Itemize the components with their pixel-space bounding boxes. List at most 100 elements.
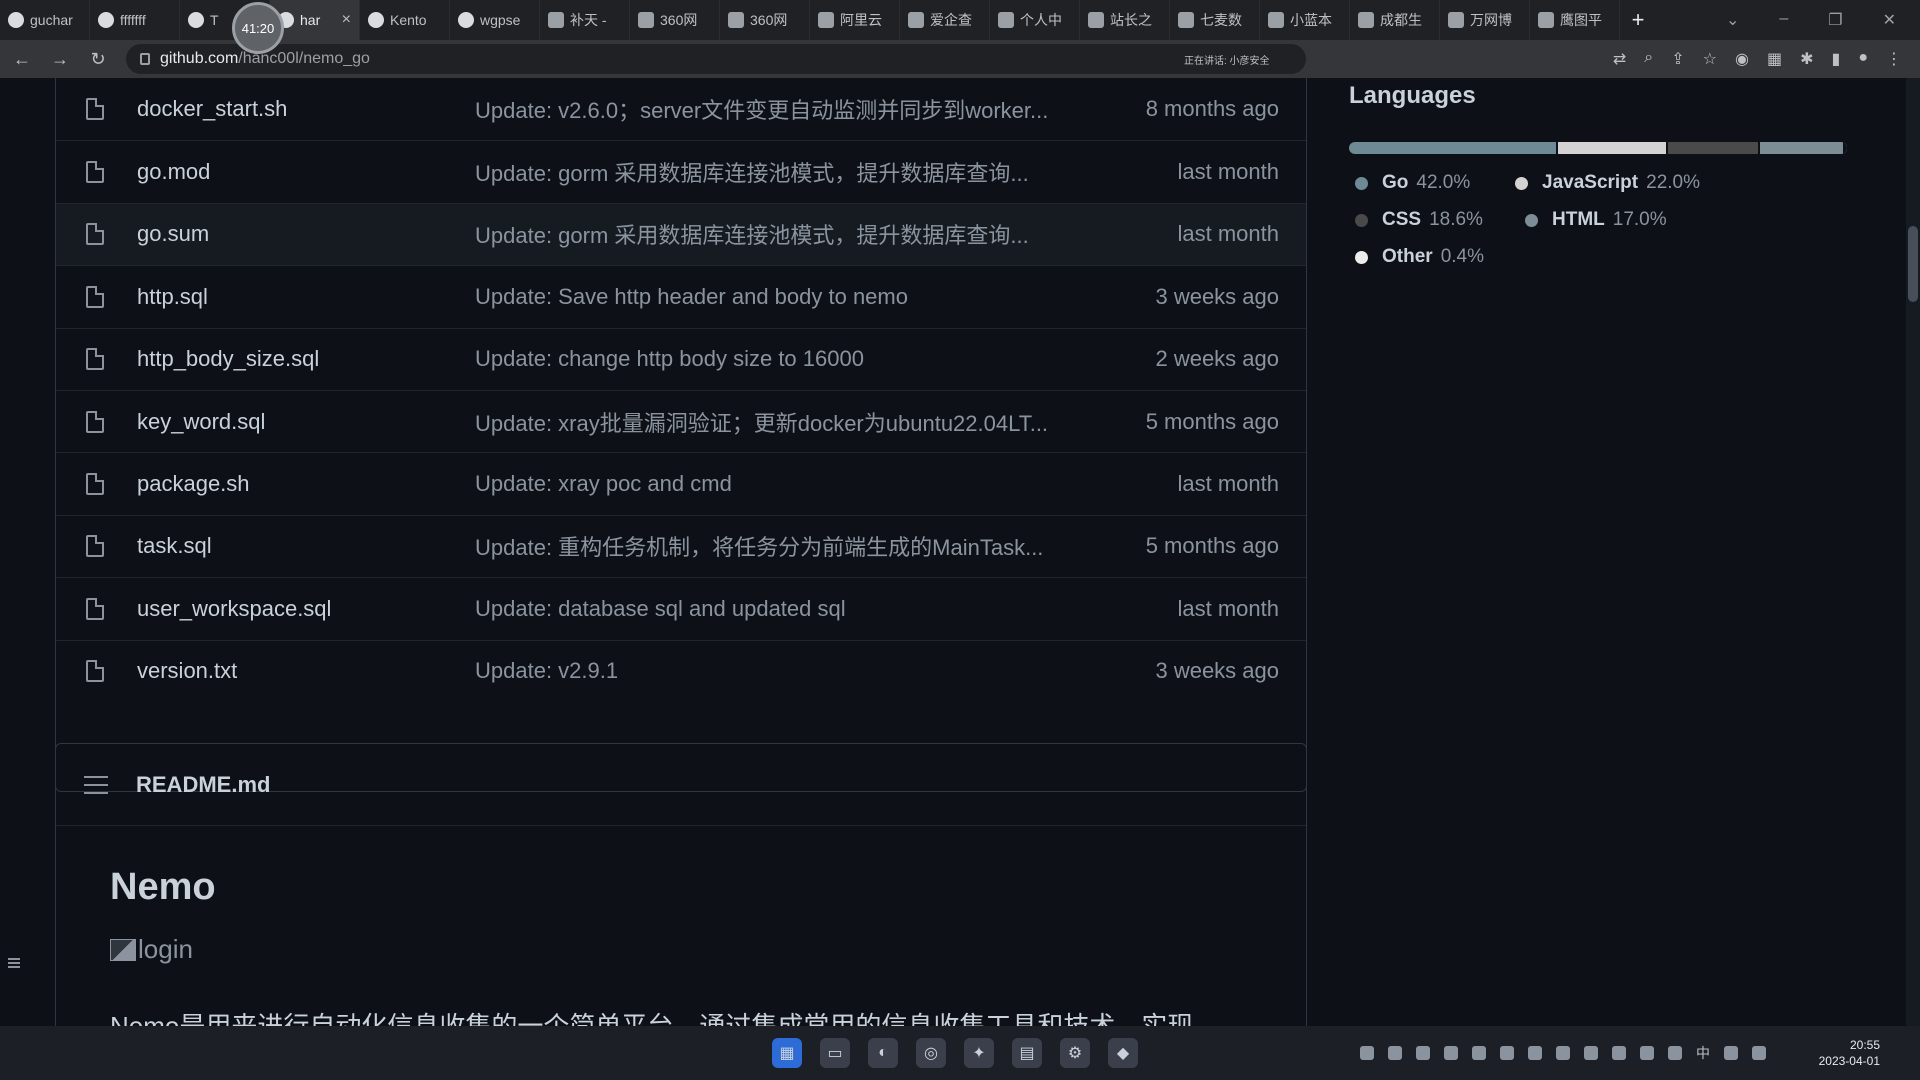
vscode-icon[interactable]: ◆ [1108, 1038, 1138, 1068]
puzzle-icon[interactable]: ✱ [1800, 49, 1813, 69]
file-name-link[interactable]: http_body_size.sql [137, 346, 319, 372]
file-row[interactable]: task.sql Update: 重构任务机制，将任务分为前端生成的MainTas… [56, 514, 1306, 577]
tray-app-icon[interactable] [1388, 1046, 1402, 1060]
new-tab-button[interactable]: + [1620, 7, 1656, 33]
photos-icon[interactable]: ▤ [1012, 1038, 1042, 1068]
browser-tab[interactable]: 补天 - [540, 0, 630, 40]
qr-icon[interactable]: ▦ [1767, 49, 1782, 69]
restore-icon[interactable]: ❐ [1828, 10, 1842, 30]
tray-app-icon[interactable] [1444, 1046, 1458, 1060]
file-name-link[interactable]: task.sql [137, 533, 212, 559]
network-icon[interactable] [1724, 1046, 1738, 1060]
share-icon[interactable]: ⇪ [1671, 49, 1684, 69]
minimize-icon[interactable]: – [1779, 10, 1788, 30]
browser-tab[interactable]: 阿里云 [810, 0, 900, 40]
browser-tab[interactable]: 鹰图平 [1530, 0, 1620, 40]
translate-icon[interactable]: ⇄ [1613, 49, 1626, 69]
readme-filename[interactable]: README.md [136, 772, 270, 798]
shield-icon[interactable] [1416, 1046, 1430, 1060]
commit-message-link[interactable]: Update: 重构任务机制，将任务分为前端生成的MainTask... [475, 530, 1145, 562]
browser-tab[interactable]: fffffff [90, 0, 180, 40]
tray-app-icon[interactable] [1584, 1046, 1598, 1060]
file-explorer-icon[interactable]: ▭ [820, 1038, 850, 1068]
browser-tab[interactable]: 爱企查 [900, 0, 990, 40]
tray-app-icon[interactable] [1472, 1046, 1486, 1060]
language-item[interactable]: CSS 18.6% [1355, 209, 1483, 231]
file-row[interactable]: package.sh Update: xray poc and cmd last m… [56, 452, 1306, 514]
start-icon[interactable]: ▦ [772, 1038, 802, 1068]
commit-message-link[interactable]: Update: gorm 采用数据库连接池模式，提升数据库查询... [475, 218, 1145, 250]
file-name-link[interactable]: key_word.sql [137, 409, 265, 435]
commit-message-link[interactable]: Update: v2.9.1 [475, 658, 1145, 684]
language-item[interactable]: HTML 17.0% [1525, 209, 1667, 231]
extension-icon[interactable]: ◉ [1735, 49, 1749, 69]
commit-message-link[interactable]: Update: v2.6.0；server文件变更自动监测并同步到worker.… [475, 93, 1145, 125]
back-icon[interactable]: ← [12, 49, 32, 70]
tray-app-icon[interactable] [1500, 1046, 1514, 1060]
reload-icon[interactable]: ↻ [88, 49, 108, 70]
browser-tab[interactable]: 七麦数 [1170, 0, 1260, 40]
tray-app-icon[interactable] [1360, 1046, 1374, 1060]
commit-message-link[interactable]: Update: xray批量漏洞验证；更新docker为ubuntu22.04L… [475, 406, 1145, 438]
file-name-link[interactable]: user_workspace.sql [137, 596, 331, 622]
profile-icon[interactable]: ● [1858, 49, 1868, 69]
close-tab-icon[interactable]: × [342, 11, 351, 29]
chrome-icon[interactable]: ◎ [916, 1038, 946, 1068]
file-name-link[interactable]: package.sh [137, 471, 250, 497]
file-name-link[interactable]: version.txt [137, 658, 237, 684]
grid-icon[interactable] [1612, 1046, 1626, 1060]
language-item[interactable]: Other 0.4% [1355, 246, 1484, 268]
file-row[interactable]: user_workspace.sql Update: database sql a… [56, 577, 1306, 639]
sidepanel-icon[interactable]: ▮ [1832, 49, 1841, 69]
file-row[interactable]: docker_start.sh Update: v2.6.0；server文件变更… [56, 78, 1306, 140]
menu-icon[interactable]: ⋮ [1886, 49, 1902, 69]
commit-message-link[interactable]: Update: gorm 采用数据库连接池模式，提升数据库查询... [475, 156, 1145, 188]
ime-indicator[interactable]: 中 [1696, 1043, 1710, 1063]
commit-message-link[interactable]: Update: change http body size to 16000 [475, 346, 1145, 372]
browser-tab[interactable]: 站长之 [1080, 0, 1170, 40]
commit-message-link[interactable]: Update: database sql and updated sql [475, 596, 1145, 622]
zoom-icon[interactable]: ⌕ [1644, 49, 1653, 69]
language-item[interactable]: Go 42.0% [1355, 172, 1470, 194]
volume-icon[interactable] [1752, 1046, 1766, 1060]
commit-message-link[interactable]: Update: xray poc and cmd [475, 471, 1145, 497]
file-row[interactable]: http.sql Update: Save http header and bod… [56, 265, 1306, 327]
commit-message-link[interactable]: Update: Save http header and body to nem… [475, 284, 1145, 310]
file-name-link[interactable]: go.sum [137, 221, 209, 247]
page-scrollbar[interactable] [1906, 78, 1920, 1026]
file-row[interactable]: http_body_size.sql Update: change http bo… [56, 327, 1306, 390]
outline-list-icon[interactable] [84, 775, 108, 794]
sidebar-toggle-icon[interactable] [8, 958, 20, 968]
battery-icon[interactable] [1640, 1046, 1654, 1060]
language-item[interactable]: JavaScript 22.0% [1515, 172, 1700, 194]
message-icon[interactable] [1556, 1046, 1570, 1060]
file-row[interactable]: go.sum Update: gorm 采用数据库连接池模式，提升数据库查询...… [56, 202, 1306, 265]
browser-tab[interactable]: 成都生 [1350, 0, 1440, 40]
tab-search-icon[interactable]: ⌄ [1726, 10, 1739, 30]
steam-icon[interactable]: ⚙ [1060, 1038, 1090, 1068]
bookmark-star-icon[interactable]: ☆ [1703, 49, 1717, 69]
file-name-link[interactable]: docker_start.sh [137, 96, 287, 122]
browser-tab[interactable]: 万网博 [1440, 0, 1530, 40]
close-window-icon[interactable]: ✕ [1883, 10, 1896, 30]
forward-icon[interactable]: → [50, 49, 70, 70]
microphone-icon[interactable] [1668, 1046, 1682, 1060]
browser-tab[interactable]: 360网 [720, 0, 810, 40]
url-bar[interactable]: github.com/hanc00l/nemo_go [126, 44, 1306, 74]
browser-tab[interactable]: Kento [360, 0, 450, 40]
app-icon[interactable]: ✦ [964, 1038, 994, 1068]
edge-icon[interactable]: ◐ [868, 1038, 898, 1068]
file-row[interactable]: version.txt Update: v2.9.1 3 weeks ago [56, 639, 1306, 702]
lock-icon[interactable] [140, 53, 150, 65]
browser-tab[interactable]: 小蓝本 [1260, 0, 1350, 40]
browser-tab[interactable]: wgpse [450, 0, 540, 40]
file-name-link[interactable]: http.sql [137, 284, 208, 310]
browser-tab[interactable]: 360网 [630, 0, 720, 40]
browser-tab[interactable]: 个人中 [990, 0, 1080, 40]
scrollbar-thumb[interactable] [1908, 226, 1918, 302]
tray-app-icon[interactable] [1528, 1046, 1542, 1060]
browser-tab[interactable]: har × [270, 0, 360, 40]
taskbar-clock[interactable]: 20:55 2023-04-01 [1819, 1037, 1880, 1069]
file-row[interactable]: key_word.sql Update: xray批量漏洞验证；更新docker为… [56, 390, 1306, 452]
browser-tab[interactable]: guchar [0, 0, 90, 40]
